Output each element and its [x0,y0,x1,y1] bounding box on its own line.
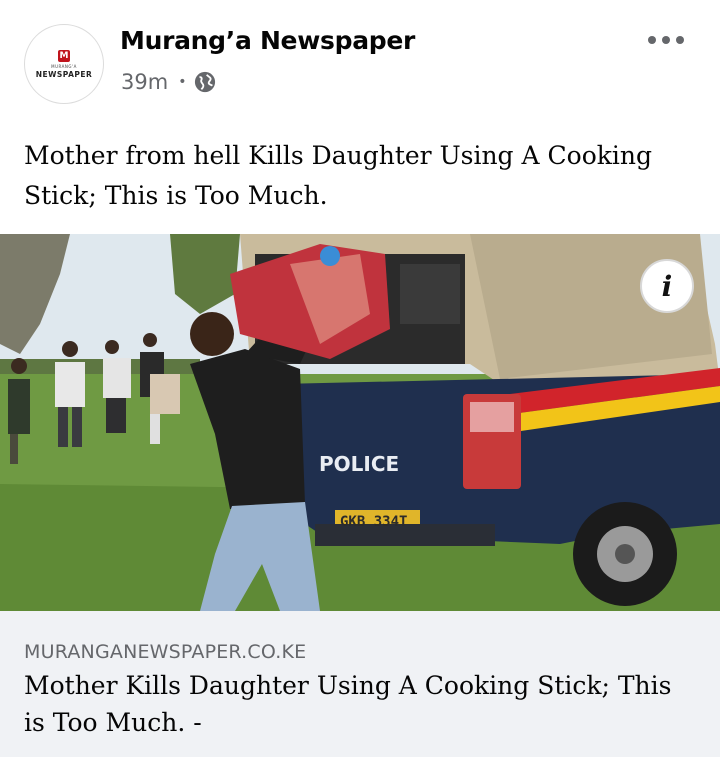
more-dot [662,36,670,44]
info-icon[interactable]: i [640,259,694,313]
post-photo[interactable]: POLICE GKB 334T [0,234,720,611]
link-preview[interactable]: MURANGANEWSPAPER.CO.KE Mother Kills Daug… [0,611,720,757]
globe-icon[interactable] [194,71,216,93]
photo-illustration: POLICE GKB 334T [0,234,720,611]
more-dot [676,36,684,44]
meta-separator: • [178,74,187,90]
link-domain: MURANGANEWSPAPER.CO.KE [24,641,307,663]
page-name-link[interactable]: Murang’a Newspaper [120,26,415,55]
facebook-post: M MURANG'A NEWSPAPER Murang’a Newspaper … [0,0,720,757]
page-avatar[interactable]: M MURANG'A NEWSPAPER [24,24,104,104]
more-options-icon[interactable] [648,28,684,52]
vehicle-plate-text: GKB 334T [340,514,407,530]
post-meta: 39m • [121,70,216,94]
avatar-logo-word: NEWSPAPER [35,69,93,79]
post-caption: Mother from hell Kills Daughter Using A … [24,141,652,210]
avatar-logo-mark: M [58,49,70,62]
more-dot [648,36,656,44]
post-timestamp[interactable]: 39m [121,70,168,94]
vehicle-police-text: POLICE [319,452,399,476]
avatar-logo-subtext: MURANG'A [51,63,77,69]
link-title[interactable]: Mother Kills Daughter Using A Cooking St… [24,667,694,741]
info-glyph: i [661,269,673,303]
